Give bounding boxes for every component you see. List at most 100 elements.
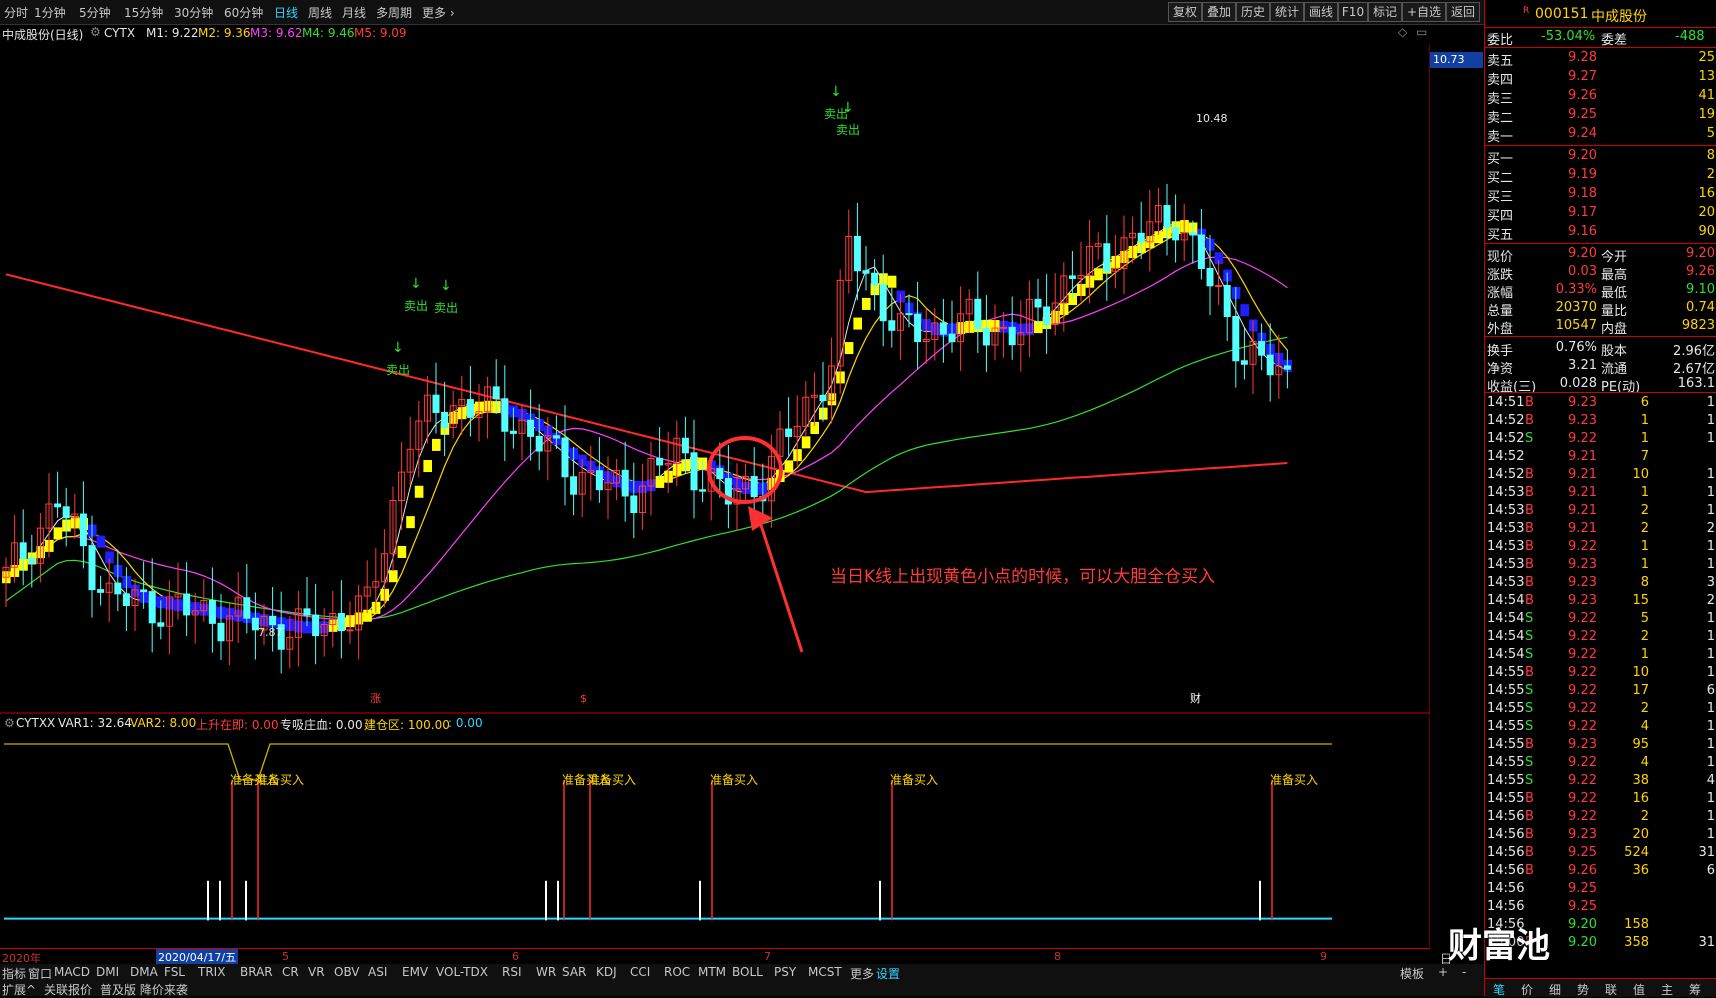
tick-row-cell: B <box>1525 665 1534 680</box>
tab-weekly[interactable]: 周线 <box>308 4 332 21</box>
indicator-tab[interactable]: CCI <box>630 965 650 979</box>
restore-icon[interactable]: ▭ <box>1416 25 1427 39</box>
tab-monthly[interactable]: 月线 <box>342 4 366 21</box>
tab-more[interactable]: 更多 › <box>422 4 455 21</box>
tick-row: 14:52 9.21 7 <box>1485 448 1716 466</box>
candle-body <box>1283 365 1291 370</box>
tab-multi-period[interactable]: 多周期 <box>376 4 412 21</box>
tick-row-cell: 5 <box>1640 611 1649 626</box>
tick-row-cell: B <box>1525 845 1534 860</box>
indicator-tab[interactable]: 指标 <box>2 965 26 982</box>
f10-button[interactable]: F10 <box>1338 2 1368 22</box>
candle-body <box>871 272 879 286</box>
add-favorite-button[interactable]: +自选 <box>1402 2 1446 22</box>
collapse-icon[interactable]: ◇ <box>1398 25 1407 39</box>
quote-tab[interactable]: 价 <box>1521 981 1533 998</box>
draw-line-button[interactable]: 画线 <box>1304 2 1338 22</box>
tick-row-cell: 1 <box>1706 791 1715 806</box>
tick-row-cell: 15 <box>1632 593 1649 608</box>
tab-daily[interactable]: 日线 <box>274 4 298 21</box>
indicator-tab[interactable]: CR <box>282 965 299 979</box>
indicator-tab[interactable]: FSL <box>164 965 185 979</box>
indicator-lines <box>4 743 1332 920</box>
indicator-tab[interactable]: 窗口 <box>28 965 52 982</box>
indicator-tab[interactable]: RSI <box>502 965 522 979</box>
expand-link[interactable]: 扩展^ <box>2 981 36 998</box>
ask-row-cell: 卖五 <box>1487 54 1514 69</box>
indicator-tab[interactable]: 设置 <box>876 965 900 982</box>
ask-row: 卖二 9.25 19 <box>1485 106 1716 126</box>
indicator-tab[interactable]: PSY <box>774 965 796 979</box>
candle-body <box>303 608 311 616</box>
tab-1min[interactable]: 1分钟 <box>34 4 66 21</box>
kline-chart[interactable]: 10.8010.6010.4010.2010.009.809.609.409.2… <box>0 44 1430 714</box>
tab-5min[interactable]: 5分钟 <box>79 4 111 21</box>
indicator-tab[interactable]: DMA <box>130 965 158 979</box>
indicator-tab[interactable]: DMI <box>96 965 119 979</box>
indicator-tab[interactable]: VOL-TDX <box>436 965 488 979</box>
tab-60min[interactable]: 60分钟 <box>224 4 263 21</box>
gear-icon[interactable]: ⚙ <box>90 25 101 39</box>
history-button[interactable]: 历史 <box>1236 2 1270 22</box>
tick-row-cell: 17 <box>1632 683 1649 698</box>
promo-link[interactable]: 普及版 降价来袭 <box>100 981 188 998</box>
indicator-tab[interactable]: ASI <box>368 965 387 979</box>
indicator-tab[interactable]: SAR <box>562 965 586 979</box>
indicator-tab[interactable]: TRIX <box>198 965 225 979</box>
tick-row-cell: B <box>1525 503 1534 518</box>
fuquan-button[interactable]: 复权 <box>1168 2 1202 22</box>
candle-body <box>217 622 225 642</box>
indicator-tab[interactable]: MACD <box>54 965 90 979</box>
ask-row-cell: 9.25 <box>1568 107 1597 122</box>
quote-tab[interactable]: 筹 <box>1689 981 1701 998</box>
quote-tab[interactable]: 联 <box>1605 981 1617 998</box>
tick-row-cell: 1 <box>1706 431 1715 446</box>
candle-body <box>535 435 543 452</box>
stats-button[interactable]: 统计 <box>1270 2 1304 22</box>
quote-tab[interactable]: 主 <box>1661 981 1673 998</box>
candle-body <box>630 495 638 514</box>
quote-tab[interactable]: 值 <box>1633 981 1645 998</box>
zoom-in-button[interactable]: + <box>1438 965 1448 979</box>
indicator-chart[interactable]: 100.080.0060.0040.0020.00 准备买入准备买入准备买入准备… <box>0 716 1430 948</box>
tab-30min[interactable]: 30分钟 <box>174 4 213 21</box>
template-button[interactable]: 模板 <box>1400 965 1424 982</box>
related-quote-link[interactable]: 关联报价 <box>44 981 92 998</box>
indicator-tab[interactable]: 更多 <box>850 965 874 982</box>
indicator-tab[interactable]: ROC <box>664 965 690 979</box>
candle-body <box>656 457 664 466</box>
tick-row-cell: 38 <box>1632 773 1649 788</box>
indicator-tab[interactable]: MCST <box>808 965 842 979</box>
tick-row-cell: 14:55 <box>1487 719 1525 734</box>
indicator-tab[interactable]: EMV <box>402 965 428 979</box>
indicator-tab[interactable]: WR <box>536 965 556 979</box>
indicator-tab[interactable]: KDJ <box>596 965 617 979</box>
indicator-tab[interactable]: MTM <box>698 965 726 979</box>
quote-tab[interactable]: 势 <box>1577 981 1589 998</box>
zoom-out-button[interactable]: - <box>1462 965 1466 979</box>
tick-row-cell: 14:55 <box>1487 791 1525 806</box>
tick-row-cell: S <box>1525 701 1534 716</box>
tab-15min[interactable]: 15分钟 <box>124 4 163 21</box>
quote-tab[interactable]: 细 <box>1549 981 1561 998</box>
tick-row-cell: 9.20 <box>1568 917 1597 932</box>
quote-tab[interactable]: 笔 <box>1493 981 1505 998</box>
tick-row-cell: 9.26 <box>1568 863 1597 878</box>
indicator-tab[interactable]: OBV <box>334 965 360 979</box>
overlay-button[interactable]: 叠加 <box>1202 2 1236 22</box>
tab-fenshi[interactable]: 分时 <box>4 4 28 21</box>
tick-row-cell: 1 <box>1706 611 1715 626</box>
indicator-tab[interactable]: BRAR <box>240 965 273 979</box>
tick-row-cell: 1 <box>1706 755 1715 770</box>
tick-row-cell: S <box>1525 431 1534 446</box>
candle-body <box>853 235 861 272</box>
mark-button[interactable]: 标记 <box>1368 2 1402 22</box>
back-button[interactable]: 返回 <box>1446 2 1480 22</box>
indicator-tab[interactable]: BOLL <box>732 965 763 979</box>
indicator-tab[interactable]: VR <box>308 965 325 979</box>
tick-row-cell: 2 <box>1706 593 1715 608</box>
tick-row-cell: B <box>1525 737 1534 752</box>
tick-row-cell: 1 <box>1706 827 1715 842</box>
current-price-tag: 10.73 <box>1430 52 1483 68</box>
tick-row-cell: S <box>1525 773 1534 788</box>
